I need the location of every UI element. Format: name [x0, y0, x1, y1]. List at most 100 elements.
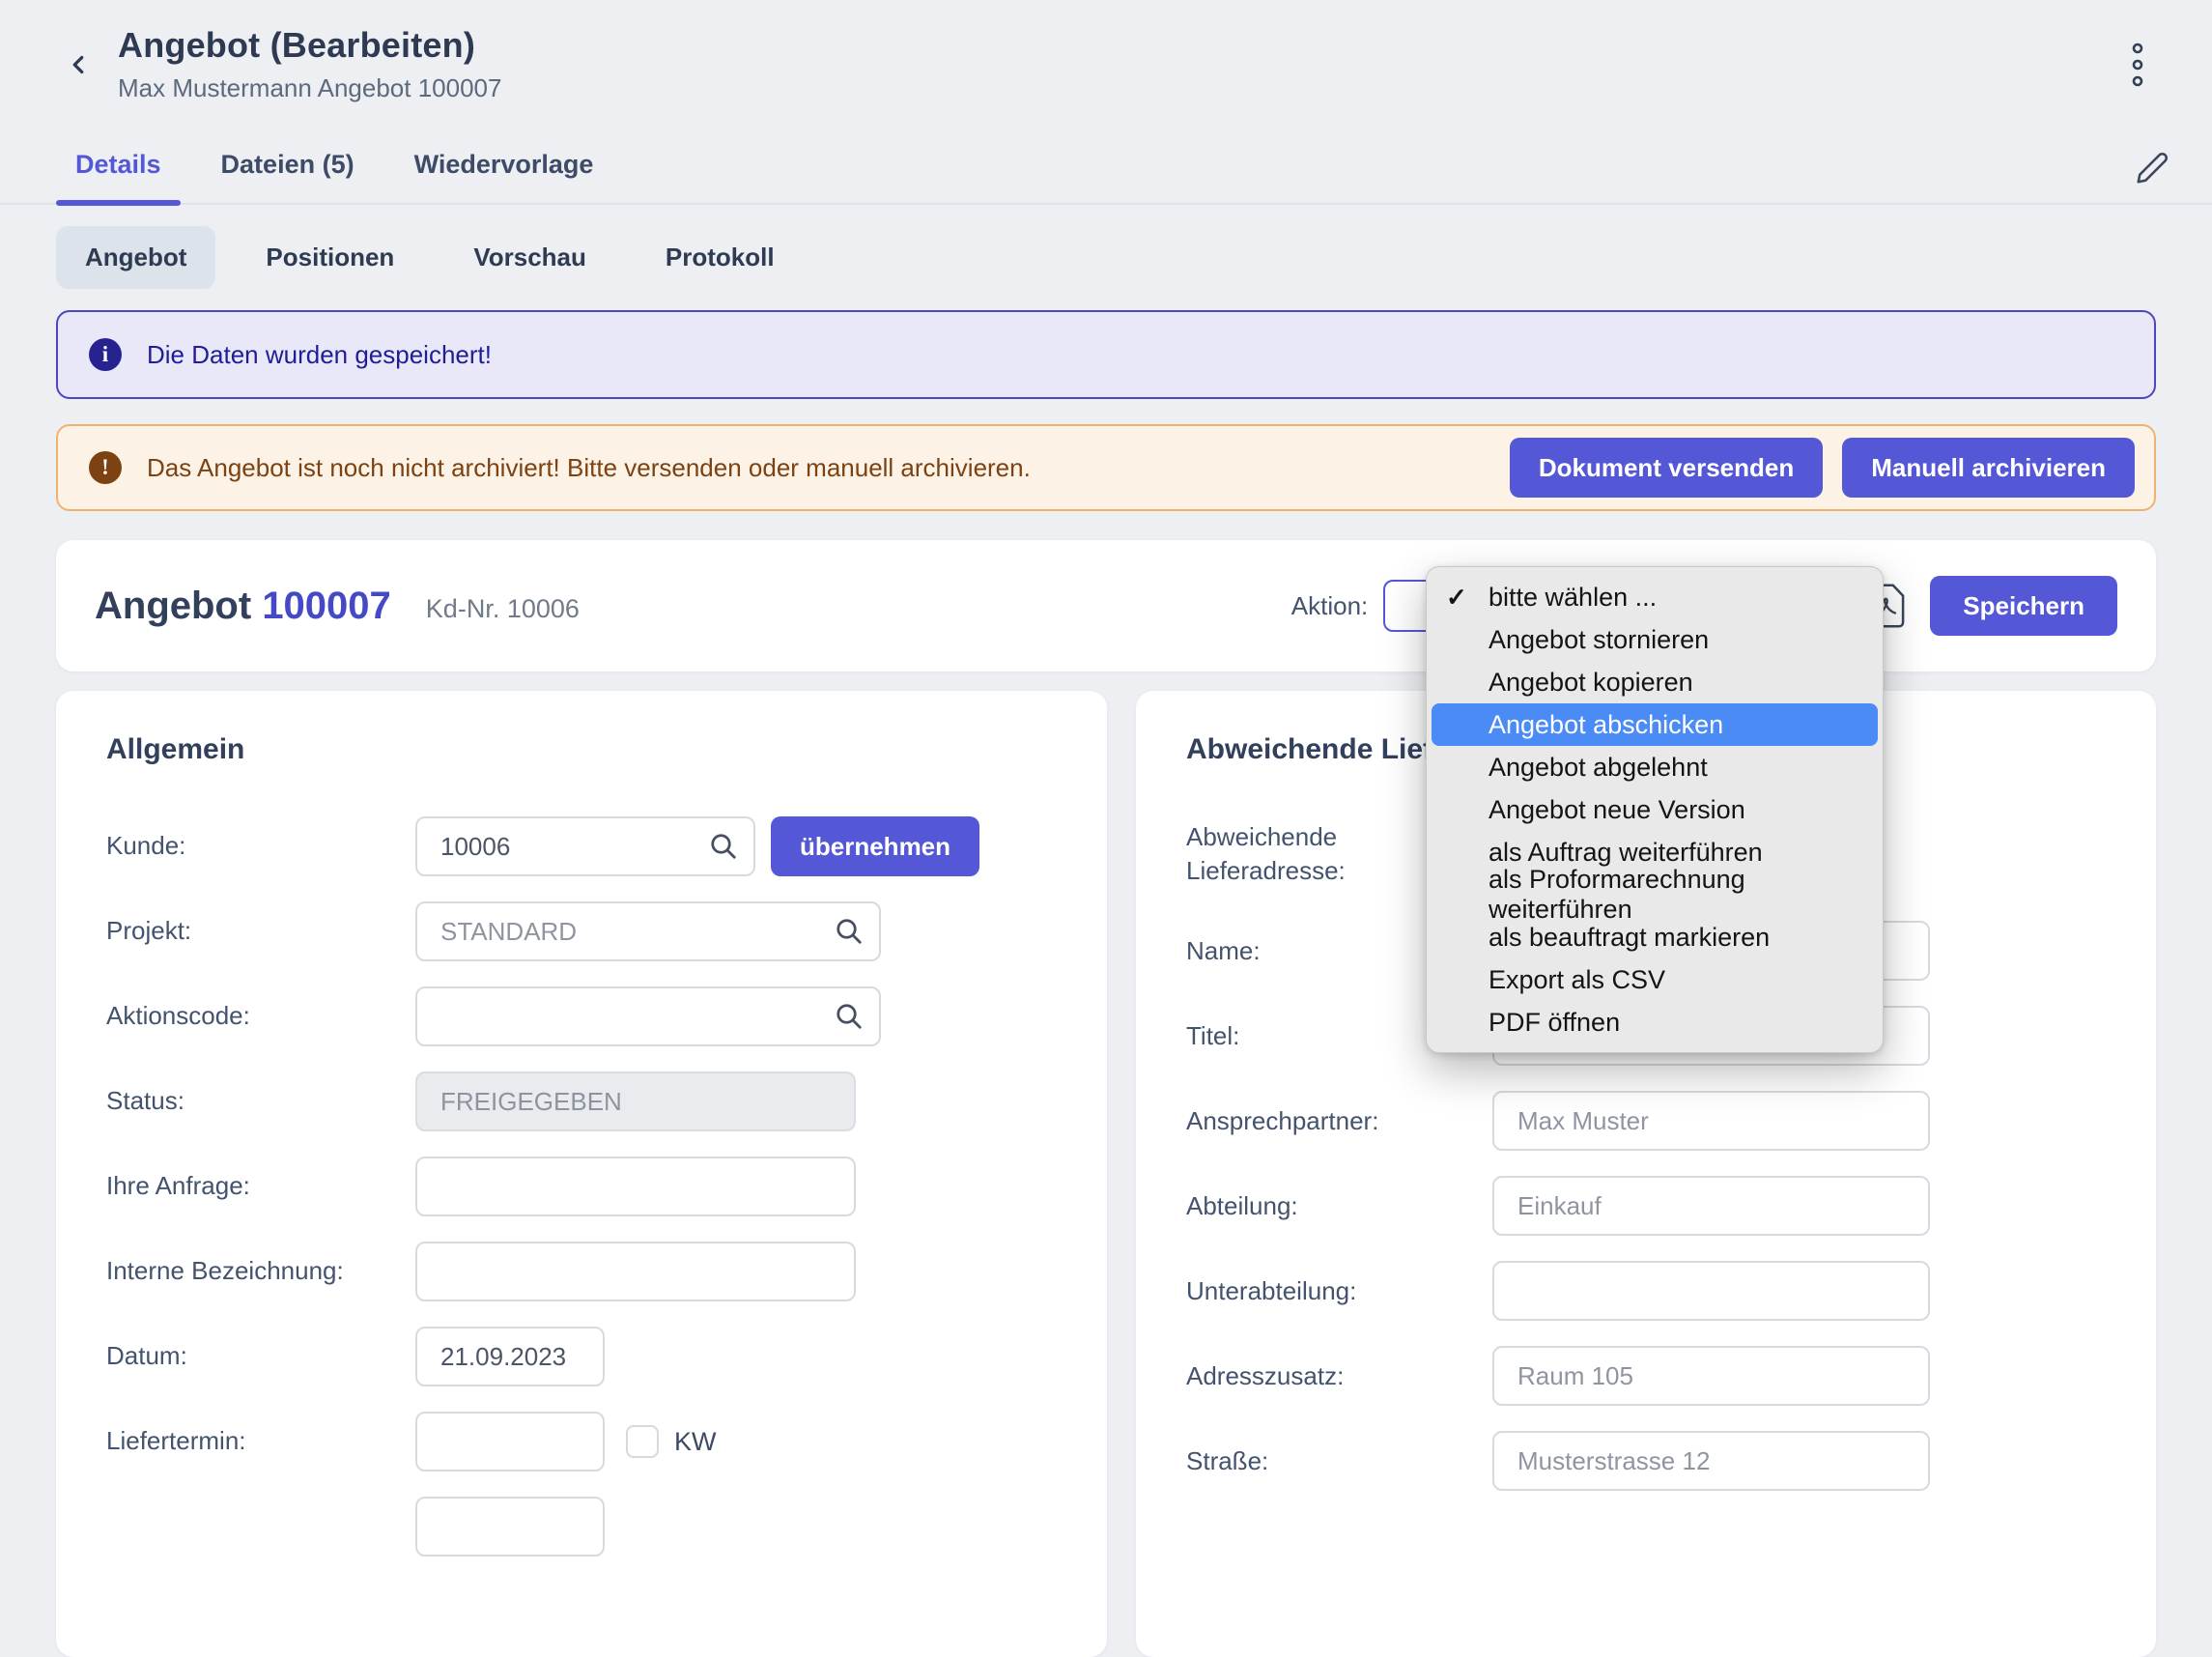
field-row-anfrage: Ihre Anfrage: [106, 1157, 1057, 1216]
kw-checkbox[interactable] [626, 1425, 659, 1458]
abteilung-input-wrap [1492, 1176, 1930, 1236]
subtab-protokoll[interactable]: Protokoll [637, 226, 804, 289]
field-row-unterabteilung: Unterabteilung: [1186, 1261, 2106, 1321]
field-row-projekt: Projekt: [106, 901, 1057, 961]
subtab-vorschau[interactable]: Vorschau [444, 226, 615, 289]
warning-icon: ! [89, 451, 122, 484]
field-row-liefertermin: Liefertermin: KW [106, 1412, 1057, 1471]
info-banner-text: Die Daten wurden gespeichert! [147, 340, 492, 370]
general-panel: Allgemein Kunde: übernehmen Projekt: Akt… [56, 691, 1107, 1657]
check-icon: ✓ [1446, 583, 1467, 613]
dropdown-option-proformarechnung[interactable]: als Proformarechnung weiterführen [1427, 873, 1883, 916]
uebernehmen-button[interactable]: übernehmen [771, 816, 979, 876]
search-icon[interactable] [835, 917, 864, 946]
adresszusatz-input[interactable] [1517, 1361, 1905, 1391]
warning-banner: ! Das Angebot ist noch nicht archiviert!… [56, 424, 2156, 511]
adresszusatz-input-wrap [1492, 1346, 1930, 1406]
subtab-angebot[interactable]: Angebot [56, 226, 215, 289]
dropdown-option-bitte-waehlen[interactable]: ✓ bitte wählen ... [1427, 576, 1883, 618]
dropdown-option-beauftragt[interactable]: als beauftragt markieren [1427, 916, 1883, 958]
document-title: Angebot 100007 [95, 585, 391, 628]
partial-input-wrap [415, 1497, 605, 1557]
field-row-strasse: Straße: [1186, 1431, 2106, 1491]
field-row-kunde: Kunde: übernehmen [106, 816, 1057, 876]
partial-input[interactable] [440, 1512, 580, 1542]
dropdown-option-stornieren[interactable]: Angebot stornieren [1427, 618, 1883, 661]
liefertermin-label: Liefertermin: [106, 1424, 415, 1458]
field-row-ansprechpartner: Ansprechpartner: [1186, 1091, 2106, 1151]
unterabteilung-label: Unterabteilung: [1186, 1274, 1492, 1308]
general-panel-title: Allgemein [106, 733, 1057, 766]
customer-number: Kd-Nr. 10006 [426, 594, 580, 624]
action-label: Aktion: [1291, 591, 1369, 621]
info-icon: i [89, 338, 122, 371]
datum-input[interactable] [440, 1342, 580, 1372]
save-button[interactable]: Speichern [1930, 576, 2117, 636]
aktionscode-input[interactable] [440, 1002, 856, 1032]
warning-banner-text: Das Angebot ist noch nicht archiviert! B… [147, 453, 1031, 483]
kunde-input-wrap [415, 816, 755, 876]
kebab-menu-button[interactable] [2115, 38, 2160, 92]
field-row-partial [106, 1497, 1057, 1557]
strasse-label: Straße: [1186, 1444, 1492, 1478]
tab-bar: Details Dateien (5) Wiedervorlage [0, 136, 2212, 205]
field-row-abteilung: Abteilung: [1186, 1176, 2106, 1236]
datum-input-wrap [415, 1327, 605, 1386]
adresszusatz-label: Adresszusatz: [1186, 1359, 1492, 1393]
dropdown-option-export-csv[interactable]: Export als CSV [1427, 958, 1883, 1001]
strasse-input[interactable] [1517, 1446, 1905, 1476]
anfrage-input-wrap [415, 1157, 856, 1216]
anfrage-input[interactable] [440, 1172, 831, 1202]
aktionscode-label: Aktionscode: [106, 999, 415, 1033]
bezeichnung-input-wrap [415, 1242, 856, 1301]
kunde-input[interactable] [440, 832, 730, 862]
page-title: Angebot (Bearbeiten) [118, 25, 501, 66]
status-label: Status: [106, 1084, 415, 1118]
send-document-button[interactable]: Dokument versenden [1510, 438, 1823, 498]
projekt-input[interactable] [440, 917, 856, 947]
field-row-adresszusatz: Adresszusatz: [1186, 1346, 2106, 1406]
tab-wiedervorlage[interactable]: Wiedervorlage [395, 136, 613, 203]
info-banner: i Die Daten wurden gespeichert! [56, 310, 2156, 399]
abteilung-input[interactable] [1517, 1191, 1905, 1221]
chevron-left-icon [64, 50, 93, 79]
page-subtitle: Max Mustermann Angebot 100007 [118, 73, 501, 103]
liefertermin-input-wrap [415, 1412, 605, 1471]
search-icon[interactable] [709, 832, 738, 861]
abteilung-label: Abteilung: [1186, 1189, 1492, 1223]
archive-manually-button[interactable]: Manuell archivieren [1842, 438, 2135, 498]
ansprechpartner-label: Ansprechpartner: [1186, 1104, 1492, 1138]
status-input [440, 1087, 831, 1117]
edit-button[interactable] [2131, 147, 2173, 189]
projekt-label: Projekt: [106, 914, 415, 948]
tab-dateien[interactable]: Dateien (5) [202, 136, 374, 203]
status-input-wrap [415, 1071, 856, 1131]
document-number: 100007 [262, 585, 390, 627]
tab-details[interactable]: Details [56, 136, 181, 203]
ansprechpartner-input-wrap [1492, 1091, 1930, 1151]
liefertermin-input[interactable] [440, 1427, 580, 1457]
field-row-datum: Datum: [106, 1327, 1057, 1386]
bezeichnung-input[interactable] [440, 1257, 831, 1287]
anfrage-label: Ihre Anfrage: [106, 1169, 415, 1203]
ansprechpartner-input[interactable] [1517, 1106, 1905, 1136]
dropdown-option-kopieren[interactable]: Angebot kopieren [1427, 661, 1883, 703]
pencil-icon [2135, 151, 2169, 186]
kebab-icon [2131, 42, 2144, 88]
strasse-input-wrap [1492, 1431, 1930, 1491]
search-icon[interactable] [835, 1002, 864, 1031]
field-row-bezeichnung: Interne Bezeichnung: [106, 1242, 1057, 1301]
dropdown-option-abschicken[interactable]: Angebot abschicken [1432, 703, 1878, 746]
action-dropdown-menu: ✓ bitte wählen ... Angebot stornieren An… [1426, 566, 1884, 1053]
dropdown-option-pdf-oeffnen[interactable]: PDF öffnen [1427, 1001, 1883, 1043]
dropdown-option-neue-version[interactable]: Angebot neue Version [1427, 788, 1883, 831]
dropdown-option-abgelehnt[interactable]: Angebot abgelehnt [1427, 746, 1883, 788]
field-row-aktionscode: Aktionscode: [106, 986, 1057, 1046]
datum-label: Datum: [106, 1339, 415, 1373]
kunde-label: Kunde: [106, 829, 415, 863]
subtab-positionen[interactable]: Positionen [237, 226, 423, 289]
unterabteilung-input[interactable] [1517, 1276, 1905, 1306]
aktionscode-input-wrap [415, 986, 881, 1046]
back-button[interactable] [56, 43, 100, 87]
header: Angebot (Bearbeiten) Max Mustermann Ange… [0, 0, 2212, 103]
